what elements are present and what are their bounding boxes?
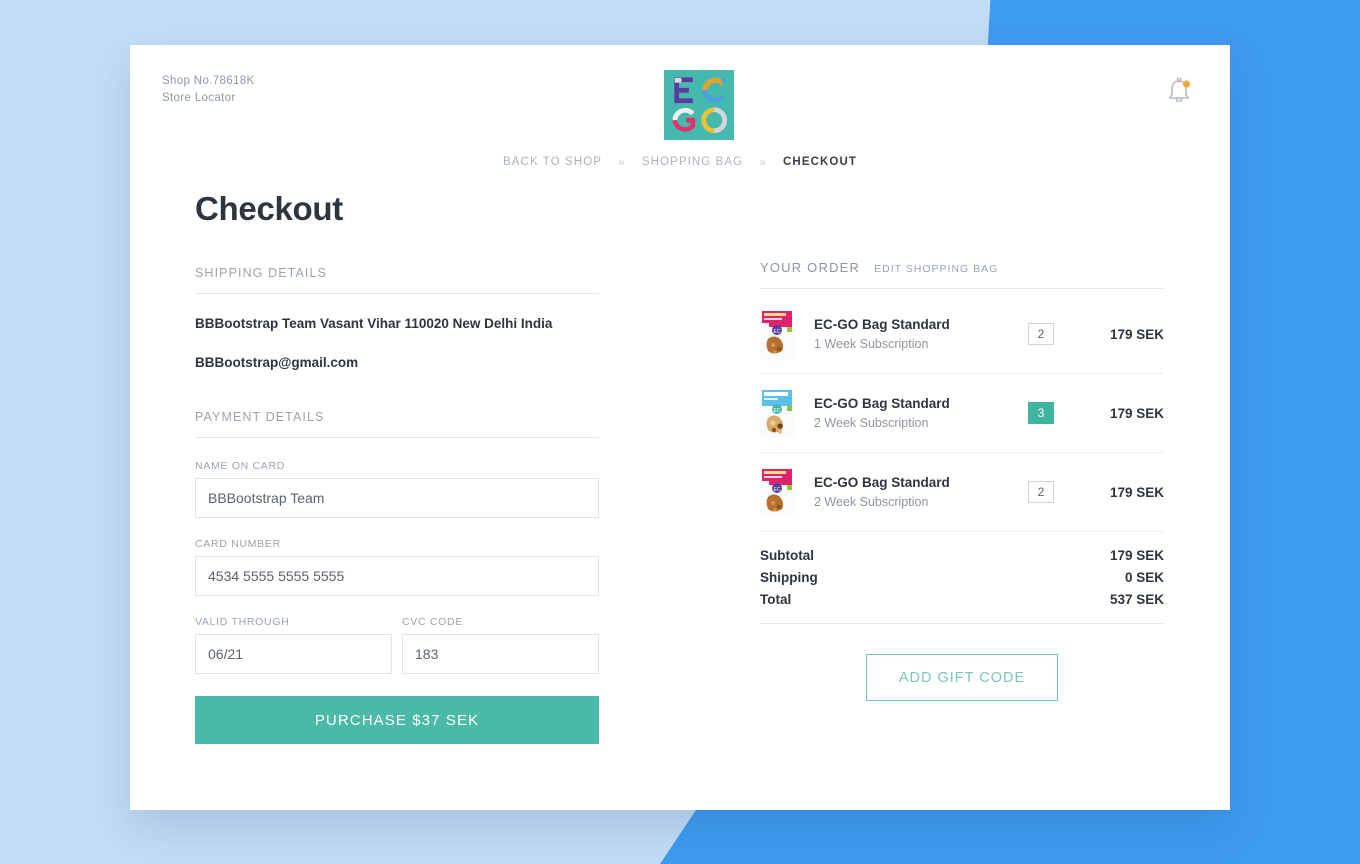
order-summary-column: YOUR ORDER EDIT SHOPPING BAG EC EC-GO Ba… [760,260,1164,701]
svg-text:EC: EC [774,487,781,493]
order-item-subscription: 1 Week Subscription [814,337,929,351]
your-order-title: YOUR ORDER [760,260,861,275]
order-item-row: EC EC-GO Bag Standard 2 Week Subscriptio… [760,374,1164,453]
breadcrumb-item-shopping-bag[interactable]: SHOPPING BAG [642,156,743,168]
order-item-row: EC EC-GO Bag Standard 1 Week Subscriptio… [760,295,1164,374]
shipping-row: Shipping 0 SEK [760,570,1164,585]
card-number-group: CARD NUMBER [195,538,599,596]
cvc-code-label: CVC CODE [402,616,464,628]
shop-info: Shop No.78618K Store Locator [162,73,255,108]
breadcrumb-separator: » [759,155,768,169]
order-item-info: EC-GO Bag Standard 2 Week Subscription [814,475,1028,509]
svg-text:EC: EC [774,408,781,414]
gift-code-area: ADD GIFT CODE [760,654,1164,701]
purchase-button[interactable]: PURCHASE $37 SEK [195,696,599,744]
order-item-info: EC-GO Bag Standard 1 Week Subscription [814,317,1028,351]
subtotal-row: Subtotal 179 SEK [760,548,1164,563]
breadcrumb-separator: » [618,155,626,169]
total-value: 537 SEK [1109,592,1164,607]
valid-through-label: VALID THROUGH [195,616,290,628]
notification-bell-icon[interactable] [1166,77,1192,107]
name-on-card-label: NAME ON CARD [195,460,286,472]
total-label: Total [760,592,792,607]
checkout-card: Shop No.78618K Store Locator BACK TO SHO… [130,45,1230,810]
logo-letter-g-icon [670,106,699,135]
order-totals: Subtotal 179 SEK Shipping 0 SEK Total 53… [760,532,1164,624]
breadcrumb-item-checkout[interactable]: CHECKOUT [783,156,857,168]
subtotal-value: 179 SEK [1109,548,1164,563]
name-on-card-input[interactable] [195,478,599,518]
order-item-price: 179 SEK [1109,326,1164,342]
total-row: Total 537 SEK [760,592,1164,607]
shipping-details-label: SHIPPING DETAILS [195,266,599,294]
payment-details-label: PAYMENT DETAILS [195,410,599,438]
order-item-quantity[interactable]: 3 [1028,402,1054,424]
order-item-price: 179 SEK [1109,484,1164,500]
product-thumbnail-pink-icon: EC [760,309,794,359]
valid-through-group: VALID THROUGH [195,616,392,674]
ec-go-logo[interactable] [664,70,734,140]
order-item-quantity[interactable]: 2 [1028,481,1054,503]
add-gift-code-button[interactable]: ADD GIFT CODE [866,654,1058,701]
cvc-code-input[interactable] [402,634,599,674]
order-item-subscription: 2 Week Subscription [814,416,929,430]
checkout-form-column: Checkout SHIPPING DETAILS BBBootstrap Te… [195,190,599,744]
page-title: Checkout [195,190,343,227]
order-item-info: EC-GO Bag Standard 2 Week Subscription [814,396,1028,430]
product-thumbnail-pink-icon: EC [760,467,794,517]
card-number-label: CARD NUMBER [195,538,281,550]
edit-shopping-bag-link[interactable]: EDIT SHOPPING BAG [874,263,998,275]
store-locator-link[interactable]: Store Locator [162,90,255,107]
order-item-subscription: 2 Week Subscription [814,495,929,509]
logo-letter-e-icon [670,76,699,105]
order-item-price: 179 SEK [1109,405,1164,421]
logo-letter-c-icon [700,76,729,105]
svg-text:EC: EC [774,329,781,335]
order-item-quantity[interactable]: 2 [1028,323,1054,345]
shipping-value: 0 SEK [1124,570,1164,585]
order-summary-header: YOUR ORDER EDIT SHOPPING BAG [760,260,1164,289]
logo-letter-o-icon [700,106,729,135]
shop-number: Shop No.78618K [162,75,255,87]
order-item-name: EC-GO Bag Standard [814,317,950,332]
shipping-address: BBBootstrap Team Vasant Vihar 110020 New… [195,316,553,331]
order-item-name: EC-GO Bag Standard [814,475,950,490]
name-on-card-group: NAME ON CARD [195,460,599,518]
shipping-email: BBBootstrap@gmail.com [195,355,359,370]
card-expiry-cvc-row: VALID THROUGH CVC CODE [195,616,599,696]
card-number-input[interactable] [195,556,599,596]
valid-through-input[interactable] [195,634,392,674]
order-item-name: EC-GO Bag Standard [814,396,950,411]
breadcrumb: BACK TO SHOP » SHOPPING BAG » CHECKOUT [130,155,1230,169]
subtotal-label: Subtotal [760,548,814,563]
order-item-row: EC EC-GO Bag Standard 2 Week Subscriptio… [760,453,1164,532]
cvc-code-group: CVC CODE [402,616,599,674]
breadcrumb-item-back-to-shop[interactable]: BACK TO SHOP [503,156,602,168]
shipping-label: Shipping [760,570,818,585]
product-thumbnail-blue-icon: EC [760,388,794,438]
